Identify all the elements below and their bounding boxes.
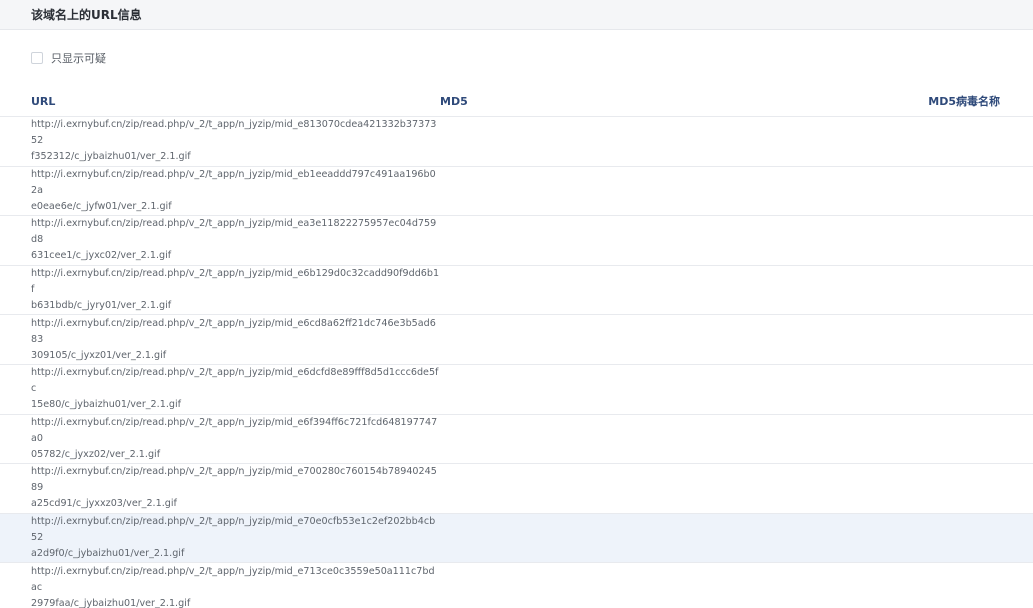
- url-cell: http://i.exrnybuf.cn/zip/read.php/v_2/t_…: [0, 415, 440, 463]
- url-text-line1: http://i.exrnybuf.cn/zip/read.php/v_2/t_…: [31, 516, 436, 544]
- url-cell: http://i.exrnybuf.cn/zip/read.php/v_2/t_…: [0, 365, 440, 413]
- url-text-line1: http://i.exrnybuf.cn/zip/read.php/v_2/t_…: [31, 119, 437, 147]
- panel-title: 该域名上的URL信息: [31, 7, 142, 22]
- table-row[interactable]: http://i.exrnybuf.cn/zip/read.php/v_2/t_…: [0, 513, 1033, 564]
- url-text-line2: 309105/c_jyxz01/ver_2.1.gif: [31, 349, 167, 361]
- url-text-line2: a25cd91/c_jyxxz03/ver_2.1.gif: [31, 498, 177, 510]
- url-table: URL MD5 MD5病毒名称 http://i.exrnybuf.cn/zip…: [0, 86, 1033, 608]
- table-row[interactable]: http://i.exrnybuf.cn/zip/read.php/v_2/t_…: [0, 415, 1033, 465]
- url-text-line2: 05782/c_jyxz02/ver_2.1.gif: [31, 448, 161, 460]
- table-body: http://i.exrnybuf.cn/zip/read.php/v_2/t_…: [0, 117, 1033, 608]
- filter-row: 只显示可疑: [0, 30, 1033, 86]
- url-cell: http://i.exrnybuf.cn/zip/read.php/v_2/t_…: [0, 316, 440, 364]
- url-text-line2: b631bdb/c_jyry01/ver_2.1.gif: [31, 300, 172, 312]
- suspicious-only-label[interactable]: 只显示可疑: [51, 50, 106, 66]
- url-text-line2: e0eae6e/c_jyfw01/ver_2.1.gif: [31, 200, 172, 212]
- table-row[interactable]: http://i.exrnybuf.cn/zip/read.php/v_2/t_…: [0, 464, 1033, 514]
- table-row[interactable]: http://i.exrnybuf.cn/zip/read.php/v_2/t_…: [0, 266, 1033, 316]
- table-header-row: URL MD5 MD5病毒名称: [0, 86, 1033, 117]
- url-text-line2: a2d9f0/c_jybaizhu01/ver_2.1.gif: [31, 548, 185, 560]
- url-text-line1: http://i.exrnybuf.cn/zip/read.php/v_2/t_…: [31, 367, 439, 395]
- url-text-line1: http://i.exrnybuf.cn/zip/read.php/v_2/t_…: [31, 218, 437, 246]
- table-row[interactable]: http://i.exrnybuf.cn/zip/read.php/v_2/t_…: [0, 216, 1033, 266]
- url-text-line1: http://i.exrnybuf.cn/zip/read.php/v_2/t_…: [31, 416, 438, 444]
- column-header-md5: MD5: [440, 94, 468, 108]
- url-text-line1: http://i.exrnybuf.cn/zip/read.php/v_2/t_…: [31, 268, 440, 296]
- url-info-panel: 该域名上的URL信息 只显示可疑 URL MD5 MD5病毒名称 http://…: [0, 0, 1033, 608]
- url-text-line2: 2979faa/c_jybaizhu01/ver_2.1.gif: [31, 597, 191, 608]
- table-row[interactable]: http://i.exrnybuf.cn/zip/read.php/v_2/t_…: [0, 167, 1033, 217]
- url-cell: http://i.exrnybuf.cn/zip/read.php/v_2/t_…: [0, 117, 440, 165]
- url-cell: http://i.exrnybuf.cn/zip/read.php/v_2/t_…: [0, 464, 440, 512]
- table-row[interactable]: http://i.exrnybuf.cn/zip/read.php/v_2/t_…: [0, 117, 1033, 167]
- url-cell: http://i.exrnybuf.cn/zip/read.php/v_2/t_…: [0, 266, 440, 314]
- panel-header: 该域名上的URL信息: [0, 0, 1033, 30]
- suspicious-only-checkbox[interactable]: [31, 52, 43, 64]
- url-cell: http://i.exrnybuf.cn/zip/read.php/v_2/t_…: [0, 167, 440, 215]
- url-text-line1: http://i.exrnybuf.cn/zip/read.php/v_2/t_…: [31, 168, 436, 196]
- url-text-line1: http://i.exrnybuf.cn/zip/read.php/v_2/t_…: [31, 466, 437, 494]
- url-cell: http://i.exrnybuf.cn/zip/read.php/v_2/t_…: [0, 514, 440, 562]
- url-text-line1: http://i.exrnybuf.cn/zip/read.php/v_2/t_…: [31, 317, 436, 345]
- table-row[interactable]: http://i.exrnybuf.cn/zip/read.php/v_2/t_…: [0, 365, 1033, 415]
- table-row[interactable]: http://i.exrnybuf.cn/zip/read.php/v_2/t_…: [0, 315, 1033, 365]
- url-cell: http://i.exrnybuf.cn/zip/read.php/v_2/t_…: [0, 564, 440, 608]
- url-text-line2: 15e80/c_jybaizhu01/ver_2.1.gif: [31, 399, 181, 411]
- column-header-url: URL: [31, 94, 56, 108]
- url-text-line1: http://i.exrnybuf.cn/zip/read.php/v_2/t_…: [31, 565, 435, 593]
- url-text-line2: f352312/c_jybaizhu01/ver_2.1.gif: [31, 151, 191, 163]
- table-row[interactable]: http://i.exrnybuf.cn/zip/read.php/v_2/t_…: [0, 563, 1033, 608]
- url-text-line2: 631cee1/c_jyxc02/ver_2.1.gif: [31, 250, 172, 262]
- column-header-md5-virus-name: MD5病毒名称: [928, 95, 1000, 108]
- url-cell: http://i.exrnybuf.cn/zip/read.php/v_2/t_…: [0, 216, 440, 264]
